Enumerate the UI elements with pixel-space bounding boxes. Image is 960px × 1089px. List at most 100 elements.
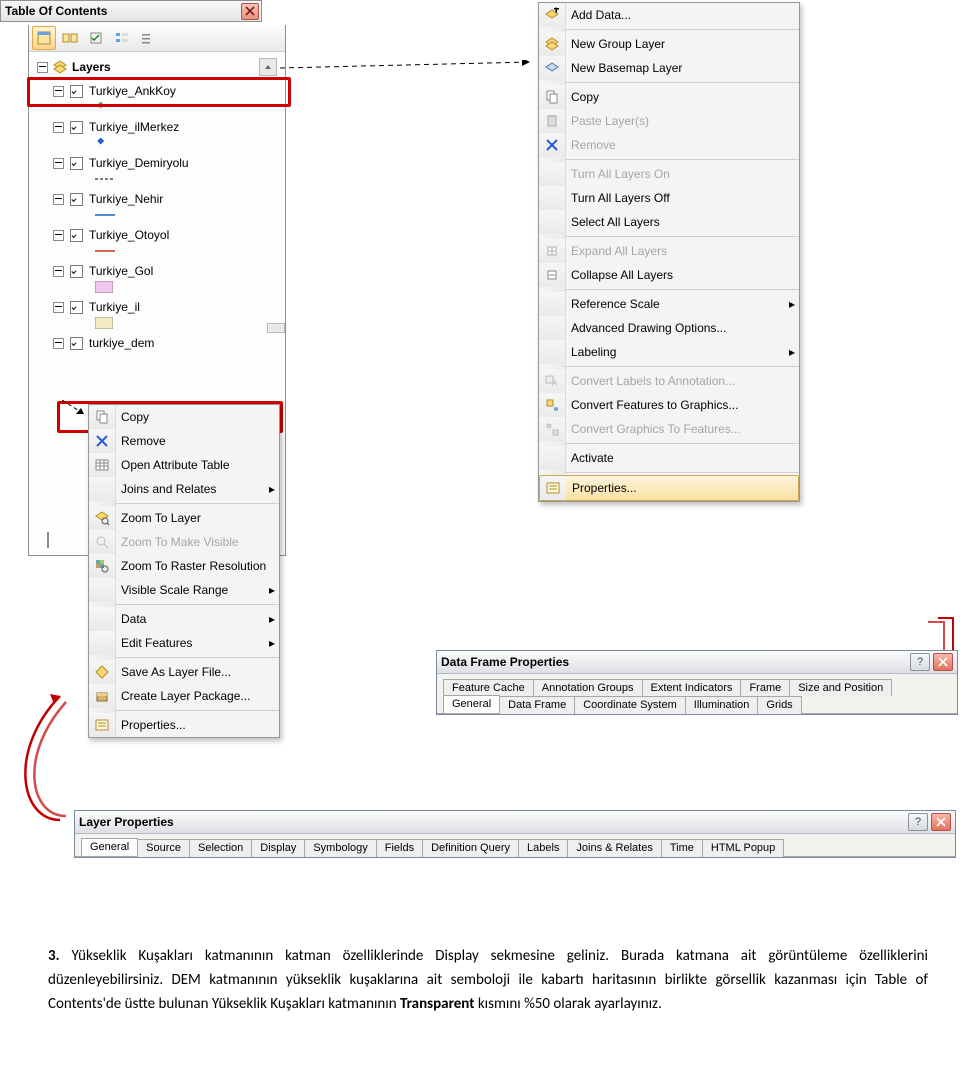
frame-menu-new-group-layer[interactable]: New Group Layer (539, 32, 799, 56)
frame-menu-properties[interactable]: Properties... (539, 475, 799, 501)
frame-menu-turn-all-layers-off[interactable]: Turn All Layers Off (539, 186, 799, 210)
collapse-icon[interactable] (37, 62, 48, 73)
frame-menu-copy[interactable]: Copy (539, 85, 799, 109)
visibility-checkbox[interactable] (70, 265, 83, 278)
help-button[interactable]: ? (910, 653, 930, 671)
layer-symbol (95, 244, 281, 258)
tab-labels[interactable]: Labels (518, 839, 568, 857)
frame-menu-add-data[interactable]: Add Data... (539, 3, 799, 27)
separator (565, 159, 799, 160)
layer-item-turkiye_nehir[interactable]: Turkiye_Nehir (53, 190, 281, 208)
visibility-checkbox[interactable] (70, 301, 83, 314)
visibility-checkbox[interactable] (70, 157, 83, 170)
tab-extent-indicators[interactable]: Extent Indicators (642, 679, 742, 696)
list-by-source-button[interactable] (58, 26, 82, 50)
tab-illumination[interactable]: Illumination (685, 696, 759, 714)
tab-grids[interactable]: Grids (757, 696, 801, 714)
layer-item-turkiye_otoyol[interactable]: Turkiye_Otoyol (53, 226, 281, 244)
toc-titlebar: Table Of Contents (0, 0, 262, 22)
scroll-up-arrow[interactable] (259, 58, 277, 76)
help-button[interactable]: ? (908, 813, 928, 831)
layer-menu-edit-features[interactable]: Edit Features▸ (89, 631, 279, 655)
visibility-checkbox[interactable] (70, 229, 83, 242)
collapse-icon[interactable] (53, 230, 64, 241)
layer-menu-visible-scale-range[interactable]: Visible Scale Range▸ (89, 578, 279, 602)
list-by-visibility-button[interactable] (84, 26, 108, 50)
separator (565, 472, 799, 473)
layer-menu-zoom-to-layer[interactable]: Zoom To Layer (89, 506, 279, 530)
layer-item-turkiye_demiryolu[interactable]: Turkiye_Demiryolu (53, 154, 281, 172)
collapse-icon[interactable] (53, 194, 64, 205)
layer-menu-open-attribute-table[interactable]: Open Attribute Table (89, 453, 279, 477)
visibility-checkbox[interactable] (70, 85, 83, 98)
tab-symbology[interactable]: Symbology (304, 839, 376, 857)
layer-label: turkiye_dem (89, 336, 154, 350)
menu-label: Convert Features to Graphics... (565, 398, 799, 412)
tab-coordinate-system[interactable]: Coordinate System (574, 696, 686, 714)
step-number: 3. (48, 947, 60, 965)
collapse-icon[interactable] (53, 122, 64, 133)
tab-time[interactable]: Time (661, 839, 703, 857)
collapse-icon[interactable] (53, 158, 64, 169)
copy-icon (539, 85, 565, 109)
menu-label: Save As Layer File... (115, 665, 279, 679)
tab-joins-relates[interactable]: Joins & Relates (567, 839, 661, 857)
tab-size-and-position[interactable]: Size and Position (789, 679, 892, 696)
scroll-mark[interactable] (267, 323, 285, 333)
layer-menu-data[interactable]: Data▸ (89, 607, 279, 631)
layer-item-turkiye_gol[interactable]: Turkiye_Gol (53, 262, 281, 280)
tab-fields[interactable]: Fields (376, 839, 423, 857)
layer-item-turkiye_il[interactable]: Turkiye_il (53, 298, 281, 316)
menu-label: Remove (565, 138, 799, 152)
collapse-icon[interactable] (53, 86, 64, 97)
tab-display[interactable]: Display (251, 839, 305, 857)
layer-menu-remove[interactable]: Remove (89, 429, 279, 453)
collapse-icon[interactable] (47, 532, 49, 548)
layer-menu-copy[interactable]: Copy (89, 405, 279, 429)
frame-menu-select-all-layers[interactable]: Select All Layers (539, 210, 799, 234)
tab-general[interactable]: General (443, 695, 500, 713)
list-by-selection-button[interactable] (110, 26, 134, 50)
visibility-checkbox[interactable] (70, 121, 83, 134)
frame-menu-convert-labels-to-annotation: AConvert Labels to Annotation... (539, 369, 799, 393)
toc-close-button[interactable] (241, 3, 259, 20)
frame-menu-new-basemap-layer[interactable]: New Basemap Layer (539, 56, 799, 80)
blank-icon (539, 210, 565, 234)
tab-general[interactable]: General (81, 838, 138, 856)
frame-menu-labeling[interactable]: Labeling▸ (539, 340, 799, 364)
tab-frame[interactable]: Frame (740, 679, 790, 696)
layers-root-node[interactable]: Layers (37, 56, 281, 78)
bottom-collapsed-node[interactable] (47, 533, 49, 547)
tab-html-popup[interactable]: HTML Popup (702, 839, 784, 857)
close-button[interactable] (931, 813, 951, 831)
frame-menu-convert-features-to-graphics[interactable]: Convert Features to Graphics... (539, 393, 799, 417)
layer-menu-create-layer-package[interactable]: Create Layer Package... (89, 684, 279, 708)
visibility-checkbox[interactable] (70, 337, 83, 350)
tab-definition-query[interactable]: Definition Query (422, 839, 519, 857)
frame-menu-activate[interactable]: Activate (539, 446, 799, 470)
collapse-icon[interactable] (53, 302, 64, 313)
tab-feature-cache[interactable]: Feature Cache (443, 679, 534, 696)
layer-menu-joins-and-relates[interactable]: Joins and Relates▸ (89, 477, 279, 501)
list-by-drawing-order-button[interactable] (32, 26, 56, 50)
collapse-icon[interactable] (53, 338, 64, 349)
menu-label: Open Attribute Table (115, 458, 279, 472)
layer-item-turkiye_dem[interactable]: turkiye_dem (53, 334, 281, 352)
frame-menu-advanced-drawing-options[interactable]: Advanced Drawing Options... (539, 316, 799, 340)
layer-item-turkiye_ilmerkez[interactable]: Turkiye_ilMerkez (53, 118, 281, 136)
close-button[interactable] (933, 653, 953, 671)
tab-annotation-groups[interactable]: Annotation Groups (533, 679, 643, 696)
tab-selection[interactable]: Selection (189, 839, 252, 857)
collapse-icon[interactable] (53, 266, 64, 277)
tab-data-frame[interactable]: Data Frame (499, 696, 575, 714)
options-button[interactable] (136, 26, 160, 50)
tab-source[interactable]: Source (137, 839, 190, 857)
menu-label: Remove (115, 434, 279, 448)
layer-menu-zoom-to-raster-resolution[interactable]: Zoom To Raster Resolution (89, 554, 279, 578)
layer-menu-properties[interactable]: Properties... (89, 713, 279, 737)
layer-menu-save-as-layer-file[interactable]: Save As Layer File... (89, 660, 279, 684)
frame-menu-paste-layer-s: Paste Layer(s) (539, 109, 799, 133)
frame-menu-reference-scale[interactable]: Reference Scale▸ (539, 292, 799, 316)
visibility-checkbox[interactable] (70, 193, 83, 206)
frame-menu-collapse-all-layers[interactable]: Collapse All Layers (539, 263, 799, 287)
